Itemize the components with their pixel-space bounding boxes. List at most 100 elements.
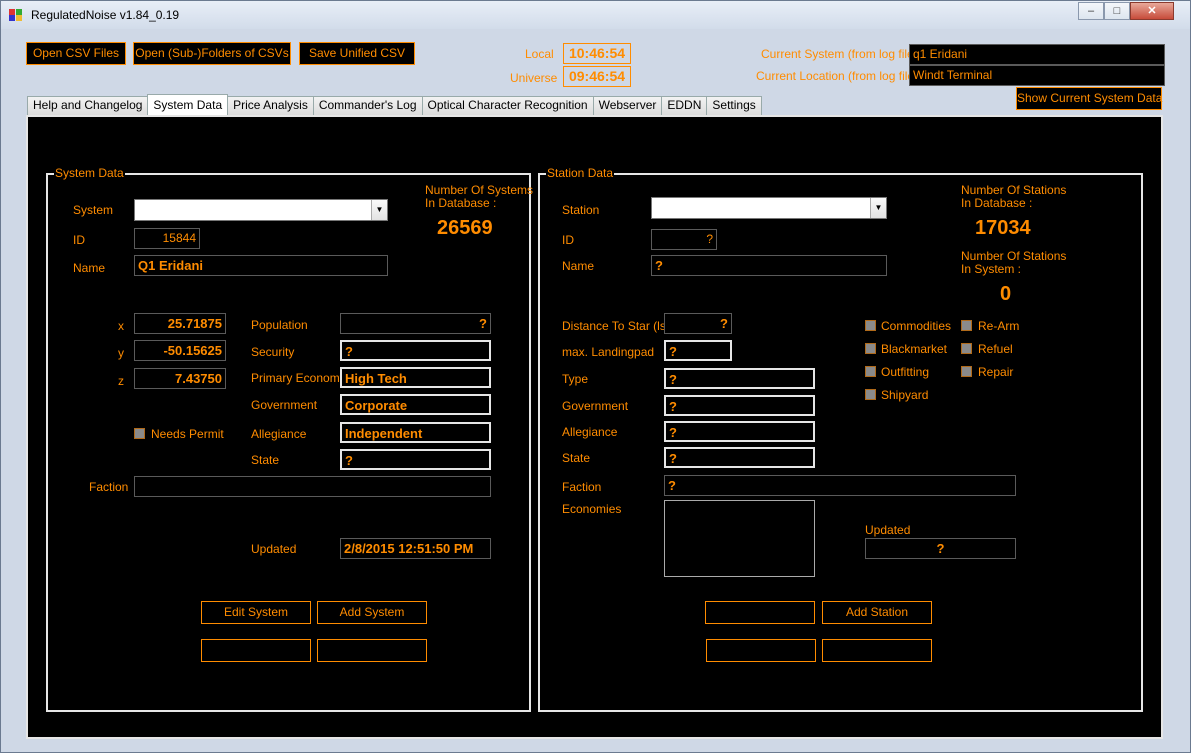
primary-economy-label: Primary Economy: [251, 371, 346, 385]
system-name-label: Name: [73, 261, 106, 275]
distance-to-star-field[interactable]: ?: [664, 313, 732, 334]
minimize-button[interactable]: –: [1078, 2, 1104, 20]
station-id-label: ID: [562, 233, 574, 247]
rearm-checkbox[interactable]: [961, 320, 972, 331]
station-blank-button-3[interactable]: [822, 639, 932, 662]
edit-system-button[interactable]: Edit System: [201, 601, 311, 624]
landingpad-field[interactable]: ?: [664, 340, 732, 361]
app-icon: [9, 9, 23, 21]
station-type-field[interactable]: ?: [664, 368, 815, 389]
coord-z-field[interactable]: 7.43750: [134, 368, 226, 389]
tab-bar: Help and Changelog System Data Price Ana…: [27, 94, 762, 115]
tab-price-analysis[interactable]: Price Analysis: [227, 96, 314, 115]
system-government-label: Government: [251, 398, 318, 412]
add-system-button[interactable]: Add System: [317, 601, 427, 624]
coord-z-label: z: [118, 374, 124, 388]
stations-count-label-1: Number Of Stations: [961, 183, 1067, 197]
current-system-label: Current System (from log files): [761, 47, 924, 61]
station-allegiance-field[interactable]: ?: [664, 421, 815, 442]
coord-x-label: x: [118, 319, 124, 333]
stations-count-label-2: In Database :: [961, 196, 1033, 210]
system-state-field[interactable]: ?: [340, 449, 491, 470]
system-government-field[interactable]: Corporate: [340, 394, 491, 415]
outfitting-checkbox[interactable]: [865, 366, 876, 377]
population-label: Population: [251, 318, 308, 332]
current-location-field[interactable]: Windt Terminal: [909, 65, 1165, 86]
systems-count-label-1: Number Of Systems: [425, 183, 534, 197]
station-id-field[interactable]: ?: [651, 229, 717, 250]
stations-insystem-label-2: In System :: [961, 262, 1022, 276]
save-unified-csv-button[interactable]: Save Unified CSV: [299, 42, 415, 65]
landingpad-label: max. Landingpad: [562, 345, 655, 359]
stations-count-value: 17034: [975, 217, 1031, 239]
station-select-label: Station: [562, 203, 600, 217]
shipyard-checkbox[interactable]: [865, 389, 876, 400]
station-blank-button-1[interactable]: [705, 601, 815, 624]
stations-insystem-label-1: Number Of Stations: [961, 249, 1067, 263]
system-blank-button-2[interactable]: [317, 639, 427, 662]
title-bar[interactable]: RegulatedNoise v1.84_0.19 – □ ✕: [1, 1, 1190, 29]
tab-ocr[interactable]: Optical Character Recognition: [421, 96, 594, 115]
needs-permit-checkbox[interactable]: [134, 428, 145, 439]
refuel-checkbox[interactable]: [961, 343, 972, 354]
system-allegiance-label: Allegiance: [251, 427, 307, 441]
coord-y-field[interactable]: -50.15625: [134, 340, 226, 361]
chevron-down-icon[interactable]: ▼: [870, 198, 886, 218]
system-name-field[interactable]: Q1 Eridani: [134, 255, 388, 276]
close-button[interactable]: ✕: [1130, 2, 1174, 20]
system-state-label: State: [251, 453, 280, 467]
add-station-button[interactable]: Add Station: [822, 601, 932, 624]
station-select[interactable]: ▼: [651, 197, 887, 219]
station-updated-label: Updated: [865, 523, 911, 537]
economies-list[interactable]: [664, 500, 815, 577]
window-title: RegulatedNoise v1.84_0.19: [31, 8, 180, 22]
station-government-field[interactable]: ?: [664, 395, 815, 416]
open-folders-button[interactable]: Open (Sub-)Folders of CSVs: [133, 42, 291, 65]
station-blank-button-2[interactable]: [706, 639, 816, 662]
chevron-down-icon[interactable]: ▼: [371, 200, 387, 220]
primary-economy-field[interactable]: High Tech: [340, 367, 491, 388]
commodities-checkbox[interactable]: [865, 320, 876, 331]
system-id-label: ID: [73, 233, 85, 247]
population-field[interactable]: ?: [340, 313, 491, 334]
commodities-label: Commodities: [881, 319, 952, 333]
station-name-field[interactable]: ?: [651, 255, 887, 276]
universe-time-value: 09:46:54: [563, 66, 631, 87]
blackmarket-label: Blackmarket: [881, 342, 948, 356]
system-faction-field[interactable]: [134, 476, 491, 497]
tab-help-changelog[interactable]: Help and Changelog: [27, 96, 149, 115]
tab-system-data[interactable]: System Data: [147, 94, 229, 115]
repair-checkbox[interactable]: [961, 366, 972, 377]
stations-insystem-value: 0: [1000, 283, 1012, 305]
maximize-button[interactable]: □: [1104, 2, 1130, 20]
station-state-label: State: [562, 451, 591, 465]
open-csv-button[interactable]: Open CSV Files: [26, 42, 126, 65]
security-field[interactable]: ?: [340, 340, 491, 361]
economies-label: Economies: [562, 502, 622, 516]
station-state-field[interactable]: ?: [664, 447, 815, 468]
system-blank-button-1[interactable]: [201, 639, 311, 662]
tab-eddn[interactable]: EDDN: [661, 96, 708, 115]
rearm-label: Re-Arm: [978, 319, 1020, 333]
systems-count-value: 26569: [437, 217, 493, 239]
universe-time-label: Universe: [510, 71, 558, 85]
blackmarket-checkbox[interactable]: [865, 343, 876, 354]
system-id-field[interactable]: 15844: [134, 228, 200, 249]
tab-webserver[interactable]: Webserver: [592, 96, 663, 115]
tab-settings[interactable]: Settings: [706, 96, 762, 115]
current-system-field[interactable]: q1 Eridani: [909, 44, 1165, 65]
station-government-label: Government: [562, 399, 629, 413]
station-faction-field[interactable]: ?: [664, 475, 1016, 496]
distance-to-star-label: Distance To Star (ls): [562, 319, 670, 333]
outfitting-label: Outfitting: [881, 365, 930, 379]
system-select[interactable]: ▼: [134, 199, 388, 221]
station-type-label: Type: [562, 372, 589, 386]
show-current-system-button[interactable]: Show Current System Data: [1016, 87, 1162, 110]
tab-commanders-log[interactable]: Commander's Log: [312, 96, 423, 115]
coord-x-field[interactable]: 25.71875: [134, 313, 226, 334]
system-allegiance-field[interactable]: Independent: [340, 422, 491, 443]
local-time-label: Local: [525, 47, 554, 61]
station-name-label: Name: [562, 259, 595, 273]
station-updated-field: ?: [865, 538, 1016, 559]
window-controls: – □ ✕: [1078, 2, 1174, 20]
